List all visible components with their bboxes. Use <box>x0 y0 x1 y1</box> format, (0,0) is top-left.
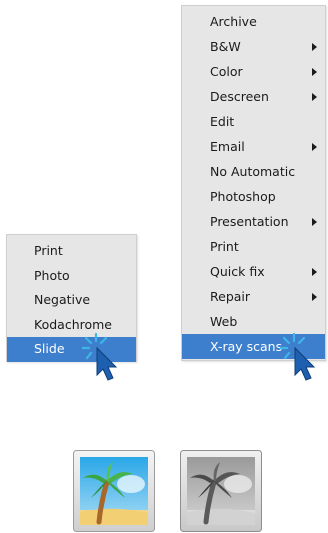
menu-item-negative[interactable]: Negative <box>7 288 136 313</box>
menu-item-repair[interactable]: Repair <box>182 284 325 309</box>
menu-item-edit[interactable]: Edit <box>182 109 325 134</box>
menu-item-photoshop[interactable]: Photoshop <box>182 184 325 209</box>
menu-item-no-automatic[interactable]: No Automatic <box>182 159 325 184</box>
menu-item-presentation[interactable]: Presentation <box>182 209 325 234</box>
menu-item-archive[interactable]: Archive <box>182 9 325 34</box>
menu-item-bw[interactable]: B&W <box>182 34 325 59</box>
menu-item-email[interactable]: Email <box>182 134 325 159</box>
pointer-click-icon <box>280 332 316 381</box>
menu-item-web[interactable]: Web <box>182 309 325 334</box>
menu-item-color[interactable]: Color <box>182 59 325 84</box>
color-photo-icon <box>73 450 155 532</box>
menu-item-quick-fix[interactable]: Quick fix <box>182 259 325 284</box>
menu-item-print[interactable]: Print <box>7 239 136 264</box>
menu-item-photo[interactable]: Photo <box>7 264 136 289</box>
menu-item-print[interactable]: Print <box>182 234 325 259</box>
grayscale-photo-icon <box>180 450 262 532</box>
pointer-click-icon <box>82 332 118 381</box>
menu-item-descreen[interactable]: Descreen <box>182 84 325 109</box>
preset-menu: Archive B&W Color Descreen Edit Email No… <box>181 5 326 361</box>
